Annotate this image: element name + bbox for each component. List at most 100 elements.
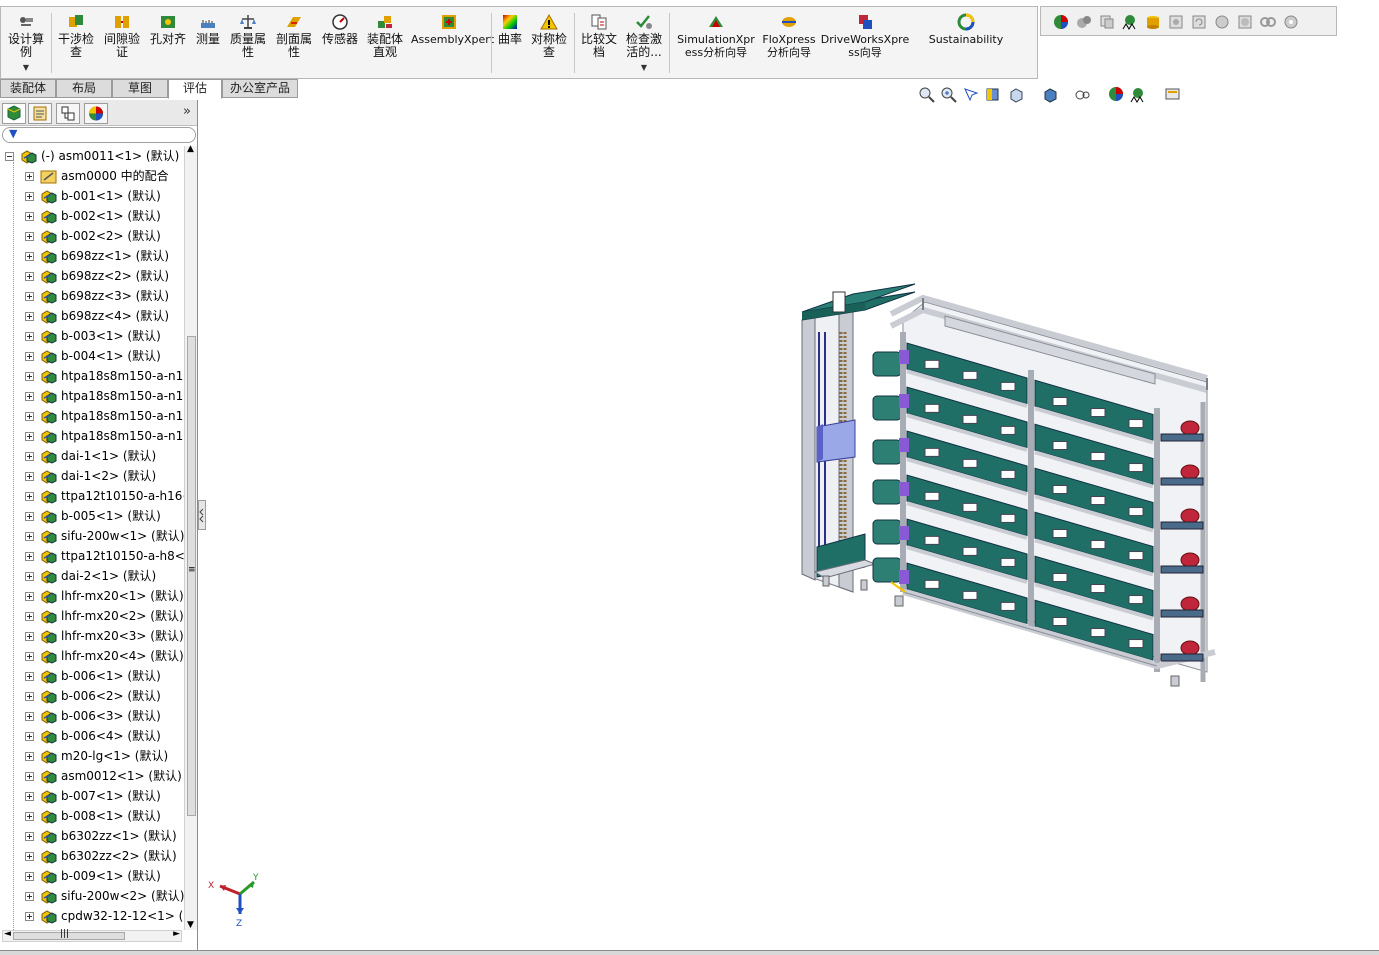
section-view-icon[interactable] xyxy=(984,86,1001,103)
view-settings-icon[interactable] xyxy=(1164,86,1181,103)
assembly-3d-model[interactable] xyxy=(795,262,1225,702)
shaded-sphere-icon[interactable] xyxy=(1237,14,1253,30)
tree-item[interactable]: htpa18s8m150-a-n12 xyxy=(0,406,184,426)
zoom-sheet-icon[interactable] xyxy=(1214,14,1230,30)
tree-item[interactable]: b-008<1> (默认) xyxy=(0,806,184,826)
assemblyxpert-button[interactable]: AssemblyXpert xyxy=(411,13,494,75)
tree-item[interactable]: b-009<1> (默认) xyxy=(0,866,184,886)
expand-icon[interactable] xyxy=(25,872,34,881)
tree-item[interactable]: b698zz<1> (默认) xyxy=(0,246,184,266)
expand-icon[interactable] xyxy=(25,392,34,401)
tree-item[interactable]: m20-lg<1> (默认) xyxy=(0,746,184,766)
assembly-visualization-button[interactable]: 装配体直观 xyxy=(363,13,407,75)
tree-item[interactable]: lhfr-mx20<1> (默认) xyxy=(0,586,184,606)
symmetry-check-button[interactable]: 对称检查 xyxy=(529,13,569,75)
expand-icon[interactable] xyxy=(25,752,34,761)
sensor-button[interactable]: 传感器 xyxy=(319,13,361,75)
tab-assembly[interactable]: 装配体 xyxy=(0,79,56,98)
expand-icon[interactable] xyxy=(25,292,34,301)
expand-icon[interactable] xyxy=(25,832,34,841)
driveworksxpress-button[interactable]: DriveWorksXpress向导 xyxy=(819,13,911,75)
tree-item[interactable]: lhfr-mx20<4> (默认) xyxy=(0,646,184,666)
tab-sketch[interactable]: 草图 xyxy=(112,79,168,98)
scene-icon[interactable] xyxy=(1145,14,1161,30)
tree-item[interactable]: dai-1<1> (默认) xyxy=(0,446,184,466)
zoom-to-fit-icon[interactable] xyxy=(918,86,935,103)
expand-icon[interactable] xyxy=(25,912,34,921)
expand-icon[interactable] xyxy=(25,712,34,721)
check-active-document-button[interactable]: 检查激活的... ▼ xyxy=(622,13,666,75)
previous-view-icon[interactable] xyxy=(962,86,979,103)
expand-icon[interactable] xyxy=(25,612,34,621)
expand-icon[interactable] xyxy=(25,652,34,661)
tree-item[interactable]: b-005<1> (默认) xyxy=(0,506,184,526)
measure-button[interactable]: 测量 xyxy=(191,13,225,75)
tree-item[interactable]: b6302zz<1> (默认) xyxy=(0,826,184,846)
scroll-down-icon[interactable]: ▼ xyxy=(187,920,194,930)
expand-icon[interactable] xyxy=(25,672,34,681)
expand-icon[interactable] xyxy=(25,372,34,381)
tree-item[interactable]: b-006<1> (默认) xyxy=(0,666,184,686)
tree-item[interactable]: b-006<2> (默认) xyxy=(0,686,184,706)
expand-icon[interactable] xyxy=(25,572,34,581)
gear-rotate-icon[interactable] xyxy=(1283,14,1299,30)
tab-layout[interactable]: 布局 xyxy=(56,79,112,98)
tree-item[interactable]: dai-1<2> (默认) xyxy=(0,466,184,486)
tab-office-products[interactable]: 办公室产品 xyxy=(222,79,298,98)
expand-icon[interactable] xyxy=(25,312,34,321)
tree-root-item[interactable]: (-) asm0011<1> (默认) xyxy=(0,146,184,166)
tree-item[interactable]: ttpa12t10150-a-h8<1 xyxy=(0,546,184,566)
tree-item[interactable]: lhfr-mx20<2> (默认) xyxy=(0,606,184,626)
expand-icon[interactable] xyxy=(25,792,34,801)
scroll-left-icon[interactable]: ◄ xyxy=(4,929,11,939)
expand-icon[interactable] xyxy=(25,592,34,601)
clearance-verification-button[interactable]: 间隙验证 xyxy=(101,13,143,75)
edit-appearance-icon[interactable] xyxy=(1076,14,1092,30)
expand-icon[interactable] xyxy=(25,272,34,281)
tree-item[interactable]: b-006<3> (默认) xyxy=(0,706,184,726)
scroll-thumb[interactable]: ≡ xyxy=(187,336,196,816)
simulationxpress-button[interactable]: SimulationXpress分析向导 xyxy=(673,13,759,75)
hole-alignment-button[interactable]: 孔对齐 xyxy=(147,13,189,75)
tree-item[interactable]: cpdw32-12-12<1> (默 xyxy=(0,906,184,926)
scroll-right-icon[interactable]: ► xyxy=(173,929,180,939)
zoom-to-area-icon[interactable] xyxy=(940,86,957,103)
expand-panel-icon[interactable]: » xyxy=(183,104,191,119)
edit-appearance-icon[interactable] xyxy=(1108,86,1125,103)
tree-item[interactable]: htpa18s8m150-a-n12 xyxy=(0,386,184,406)
expand-icon[interactable] xyxy=(25,852,34,861)
tree-item[interactable]: asm0000 中的配合 xyxy=(0,166,184,186)
expand-icon[interactable] xyxy=(25,772,34,781)
tree-item[interactable]: ttpa12t10150-a-h16< xyxy=(0,486,184,506)
tree-item[interactable]: asm0012<1> (默认) xyxy=(0,766,184,786)
expand-icon[interactable] xyxy=(25,892,34,901)
feature-filter-field[interactable]: ▼ xyxy=(2,127,196,143)
expand-icon[interactable] xyxy=(25,692,34,701)
scroll-thumb[interactable]: ||| xyxy=(13,929,125,940)
expand-icon[interactable] xyxy=(25,232,34,241)
expand-icon[interactable] xyxy=(25,212,34,221)
tree-item[interactable]: sifu-200w<1> (默认) xyxy=(0,526,184,546)
tree-item[interactable]: b6302zz<2> (默认) xyxy=(0,846,184,866)
tree-item[interactable]: b-001<1> (默认) xyxy=(0,186,184,206)
link-icon[interactable] xyxy=(1260,14,1276,30)
view-orientation-icon[interactable] xyxy=(1008,86,1025,103)
interference-check-button[interactable]: 干涉检查 xyxy=(55,13,97,75)
section-properties-button[interactable]: 剖面属性 xyxy=(273,13,315,75)
design-study-button[interactable]: 设计算例 ▼ xyxy=(5,13,47,75)
sustainability-button[interactable]: Sustainability xyxy=(923,13,1009,75)
tree-item[interactable]: b698zz<3> (默认) xyxy=(0,286,184,306)
tree-item[interactable]: sifu-200w<2> (默认) xyxy=(0,886,184,906)
tree-item[interactable]: b-004<1> (默认) xyxy=(0,346,184,366)
panel-splitter-handle[interactable] xyxy=(198,500,206,530)
expand-icon[interactable] xyxy=(25,812,34,821)
tab-propertymanager[interactable] xyxy=(28,103,52,124)
tab-configurationmanager[interactable] xyxy=(56,103,80,124)
expand-icon[interactable] xyxy=(25,472,34,481)
decals-icon[interactable] xyxy=(1122,14,1138,30)
tree-item[interactable]: b-006<4> (默认) xyxy=(0,726,184,746)
tab-displaymanager[interactable] xyxy=(84,103,108,124)
tree-item[interactable]: htpa18s8m150-a-n12 xyxy=(0,426,184,446)
tree-horizontal-scrollbar[interactable]: ◄ ||| ► xyxy=(2,929,182,942)
expand-icon[interactable] xyxy=(25,732,34,741)
